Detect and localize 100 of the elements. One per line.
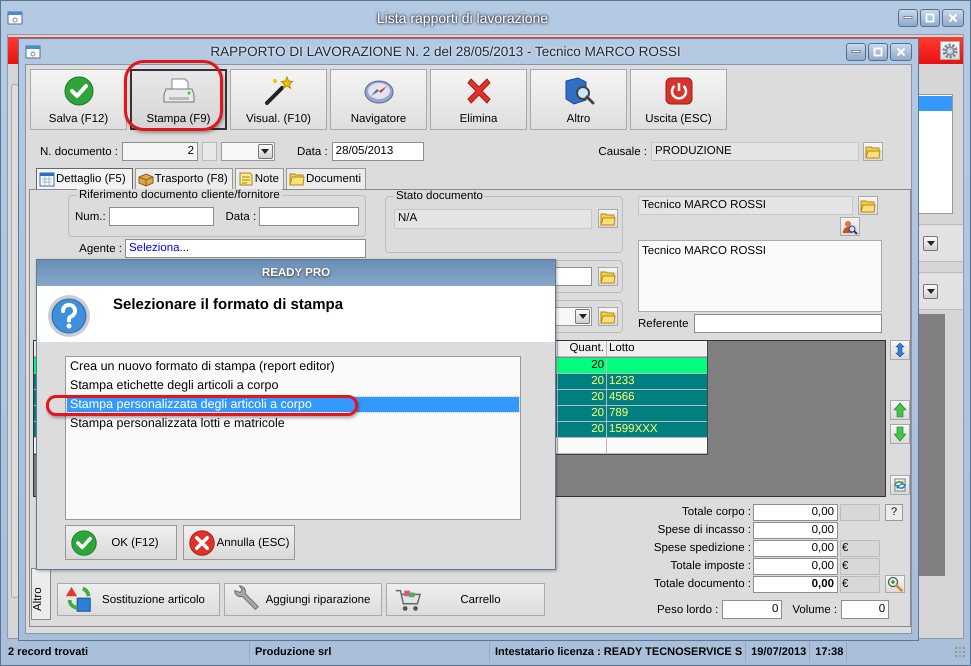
close-icon (896, 46, 906, 56)
folder-button[interactable] (598, 267, 618, 286)
app-window-icon (25, 44, 41, 60)
text-field[interactable]: N/A (394, 209, 592, 229)
tab[interactable]: Altro (31, 568, 51, 620)
toolbar-button[interactable]: Visual. (F10) (230, 69, 327, 130)
action-button[interactable]: Sostituzione articolo (57, 583, 220, 616)
folder-button[interactable] (598, 209, 618, 228)
notes-field[interactable]: Tecnico MARCO ROSSI (638, 240, 882, 312)
status-text: 17:38 (812, 642, 848, 662)
maximize-button[interactable] (920, 8, 940, 26)
date-field[interactable]: 28/05/2013 (332, 142, 424, 161)
field-label: Totale corpo : (680, 506, 751, 518)
contact-field[interactable] (694, 314, 882, 333)
settings-button[interactable] (940, 41, 960, 60)
maximize-icon (925, 12, 935, 22)
toolbar-button[interactable]: Salva (F12) (30, 69, 127, 130)
toolbar-button[interactable]: Navigatore (330, 69, 427, 130)
folder-icon (865, 144, 881, 160)
person-search-button[interactable] (840, 217, 860, 236)
move-up-button[interactable] (890, 400, 910, 420)
close-button[interactable] (942, 8, 964, 26)
dialog-title: READY PRO (37, 260, 555, 286)
dropdown-button[interactable] (575, 309, 590, 324)
technician-field[interactable]: Tecnico MARCO ROSSI (638, 196, 853, 215)
list-box[interactable]: Crea un nuovo formato di stampa (report editor) Stampa etichette degli articoli a corpo Stampa personalizzata degli articoli a corpo Stampa personalizzata lotti e matricole (65, 356, 521, 520)
toolbar-button[interactable]: Elimina (430, 69, 527, 130)
note-icon (238, 171, 254, 187)
number-field[interactable]: 2 (122, 142, 198, 161)
tab[interactable]: Dettaglio (F5) (36, 168, 133, 189)
column-header[interactable]: Quant. (558, 341, 607, 357)
minimize-button[interactable] (898, 8, 918, 26)
field-label: Totale imposte : (669, 560, 751, 572)
list-item[interactable]: Crea un nuovo formato di stampa (report editor) (67, 359, 519, 374)
text-field[interactable] (259, 207, 359, 226)
zoom-in-icon (887, 576, 903, 592)
number-field[interactable]: 0 (722, 600, 782, 619)
folder-icon (600, 268, 616, 284)
tab[interactable]: Documenti (286, 168, 366, 189)
move-down-button[interactable] (890, 424, 910, 444)
dropdown-field[interactable] (220, 142, 275, 161)
field-label: Totale documento : (652, 578, 751, 590)
move-button[interactable] (890, 340, 910, 360)
toolbar-button[interactable]: Uscita (ESC) (630, 69, 727, 130)
close-button[interactable] (890, 42, 912, 60)
tab[interactable]: Note (234, 168, 284, 189)
folder-icon (860, 198, 876, 214)
maximize-button[interactable] (868, 42, 888, 60)
text-field[interactable] (108, 207, 214, 226)
currency-field (840, 504, 880, 520)
window-title: Lista rapporti di lavorazione (376, 10, 550, 26)
column-header[interactable]: Lotto (607, 341, 707, 357)
caret-icon (926, 240, 934, 246)
list-item[interactable]: Stampa personalizzata lotti e matricole (67, 416, 519, 431)
maximize-icon (873, 46, 883, 56)
close-icon (948, 12, 958, 22)
toolbar-button[interactable]: Stampa (F9) (130, 69, 227, 130)
amount-field[interactable]: 0,00 (753, 558, 838, 574)
action-button[interactable]: Carrello (386, 583, 545, 616)
tab[interactable]: Trasporto (F8) (134, 168, 233, 189)
folder-icon (600, 308, 616, 324)
field-label: Peso lordo : (657, 604, 718, 616)
action-button[interactable]: Aggiungi riparazione (224, 583, 382, 616)
text-field[interactable]: PRODUZIONE (651, 142, 859, 161)
dialog-button[interactable]: Annulla (ESC) (183, 525, 295, 560)
amount-field[interactable]: 0,00 (753, 522, 838, 538)
dialog-button[interactable]: OK (F12) (65, 525, 177, 560)
number-field[interactable]: 0 (841, 600, 890, 619)
box-icon (138, 171, 154, 187)
dropdown-button[interactable] (258, 144, 273, 159)
minimize-button[interactable] (846, 42, 866, 60)
amount-field[interactable]: 0,00 (753, 504, 838, 520)
refresh-button[interactable] (890, 475, 910, 495)
currency-field: € (840, 540, 880, 556)
zoom-button[interactable] (885, 575, 905, 593)
list-item[interactable]: Stampa etichette degli articoli a corpo (67, 378, 519, 393)
field-label: Agente : (79, 242, 122, 254)
folder-button[interactable] (863, 142, 883, 161)
status-text: 19/07/2013 (748, 642, 810, 662)
dropdown-button[interactable] (923, 284, 938, 298)
app-window-icon (7, 10, 23, 26)
status-text: 2 record trovati (5, 642, 250, 662)
checkmark-icon (62, 74, 94, 106)
field-label: Causale : (598, 146, 647, 158)
checkmark-icon (70, 528, 98, 556)
toolbar-button[interactable]: Altro (530, 69, 627, 130)
help-button[interactable]: ? (885, 504, 903, 520)
dropdown-button[interactable] (923, 236, 938, 250)
amount-field[interactable]: 0,00 (753, 540, 838, 556)
agent-field[interactable]: Seleziona... (125, 239, 366, 258)
caret-icon (578, 314, 586, 319)
caret-icon (926, 288, 934, 294)
field-label: Spese di incasso : (656, 524, 751, 536)
folder-button[interactable] (598, 307, 618, 326)
power-icon (662, 74, 694, 106)
minimize-icon (851, 50, 861, 53)
amount-field[interactable]: 0,00 (753, 576, 838, 592)
folder-icon (600, 210, 616, 226)
caret-icon (261, 149, 270, 154)
field-label: Volume : (792, 604, 838, 616)
